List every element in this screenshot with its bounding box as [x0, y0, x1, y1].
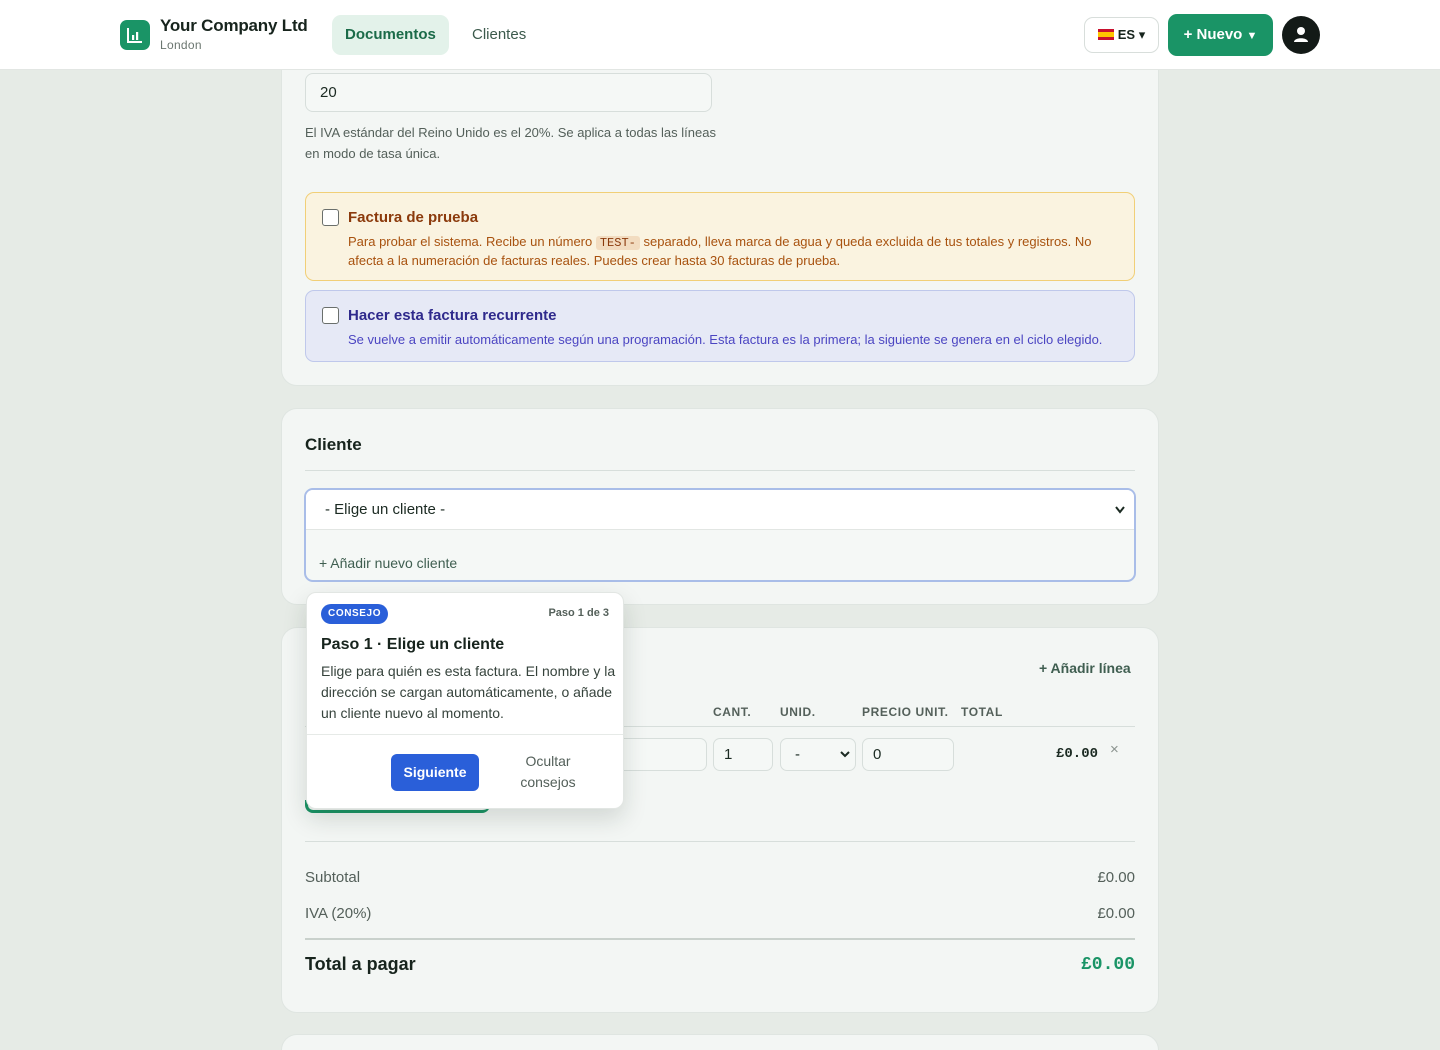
tip-divider [307, 734, 623, 735]
tip-next-button[interactable]: Siguiente [391, 754, 479, 791]
test-invoice-text: Para probar el sistema. Recibe un número… [348, 233, 1108, 270]
line-total: £0.00 [1056, 746, 1099, 762]
nav-tab-documentos[interactable]: Documentos [332, 15, 449, 55]
chevron-down-icon: ▾ [1138, 27, 1146, 42]
company-name: Your Company Ltd [160, 16, 308, 35]
total-divider [305, 938, 1135, 940]
unit-select[interactable]: - [780, 738, 856, 771]
test-code-chip: TEST- [595, 236, 640, 250]
subtotal-label: Subtotal [305, 869, 361, 886]
recurring-invoice-option: Hacer esta factura recurrente Se vuelve … [305, 290, 1135, 362]
total-due-label: Total a pagar [305, 954, 416, 974]
next-card [281, 1034, 1159, 1050]
client-select[interactable]: - Elige un cliente - [306, 490, 1134, 530]
unit-price-input[interactable]: 0 [862, 738, 954, 771]
new-document-button[interactable]: + Nuevo ▼ [1168, 14, 1273, 56]
chevron-down-icon: ▼ [1246, 30, 1258, 42]
summary-divider [305, 841, 1135, 842]
tip-badge: CONSEJO [321, 604, 389, 624]
add-line-button[interactable]: + Añadir línea [1039, 660, 1131, 676]
total-due-value: £0.00 [1080, 955, 1135, 975]
client-section-title: Cliente [305, 435, 362, 454]
tip-title: Paso 1 · Elige un cliente [321, 636, 505, 653]
recurring-text: Se vuelve a emitir automáticamente según… [348, 332, 1103, 347]
test-invoice-checkbox[interactable] [322, 209, 339, 226]
test-invoice-option: Factura de prueba Para probar el sistema… [305, 192, 1135, 281]
divider [305, 470, 1135, 471]
vat-help-text: El IVA estándar del Reino Unido es el 20… [305, 125, 716, 161]
language-selector[interactable]: ES ▾ [1084, 17, 1159, 53]
company-logo[interactable] [120, 20, 150, 50]
company-info: Your Company Ltd London [160, 16, 308, 52]
description-input[interactable] [612, 738, 707, 771]
new-button-label: + Nuevo [1183, 26, 1243, 43]
close-icon[interactable]: × [1110, 741, 1119, 758]
recurring-checkbox[interactable] [322, 307, 339, 324]
header-unit-price: PRECIO UNIT. [862, 705, 949, 719]
user-icon [1294, 27, 1308, 42]
onboarding-tip: CONSEJO Paso 1 de 3 Paso 1 · Elige un cl… [306, 592, 624, 809]
vat-rate-input[interactable]: 20 [305, 73, 712, 112]
add-new-client-link[interactable]: + Añadir nuevo cliente [319, 555, 457, 571]
language-code: ES [1117, 27, 1136, 42]
test-invoice-title: Factura de prueba [348, 209, 479, 226]
client-picker: - Elige un cliente - + Añadir nuevo clie… [304, 488, 1136, 582]
recurring-title: Hacer esta factura recurrente [348, 307, 557, 324]
vat-value: £0.00 [1097, 905, 1135, 922]
user-avatar[interactable] [1282, 16, 1320, 54]
hide-tips-button[interactable]: Ocultar consejos [507, 751, 589, 793]
company-city: London [160, 38, 202, 52]
vat-label: IVA (20%) [305, 905, 372, 922]
unit-select-value: - [795, 746, 800, 763]
tip-step-counter: Paso 1 de 3 [548, 607, 609, 619]
header-qty: CANT. [713, 705, 752, 719]
quantity-input[interactable]: 1 [713, 738, 773, 771]
chevron-down-icon [1114, 490, 1126, 546]
nav-tab-clientes[interactable]: Clientes [459, 15, 539, 55]
bar-chart-icon [127, 28, 142, 43]
spain-flag-icon [1097, 29, 1114, 40]
header-total: TOTAL [961, 705, 1003, 719]
client-select-value: - Elige un cliente - [325, 501, 446, 518]
test-invoice-text-start: Para probar el sistema. Recibe un número [348, 234, 596, 249]
tip-text: Elige para quién es esta factura. El nom… [321, 663, 616, 721]
header-unit: UNID. [780, 705, 816, 719]
chevron-down-icon [840, 751, 850, 758]
top-bar: Your Company Ltd London Documentos Clien… [0, 0, 1440, 70]
subtotal-value: £0.00 [1097, 869, 1135, 886]
